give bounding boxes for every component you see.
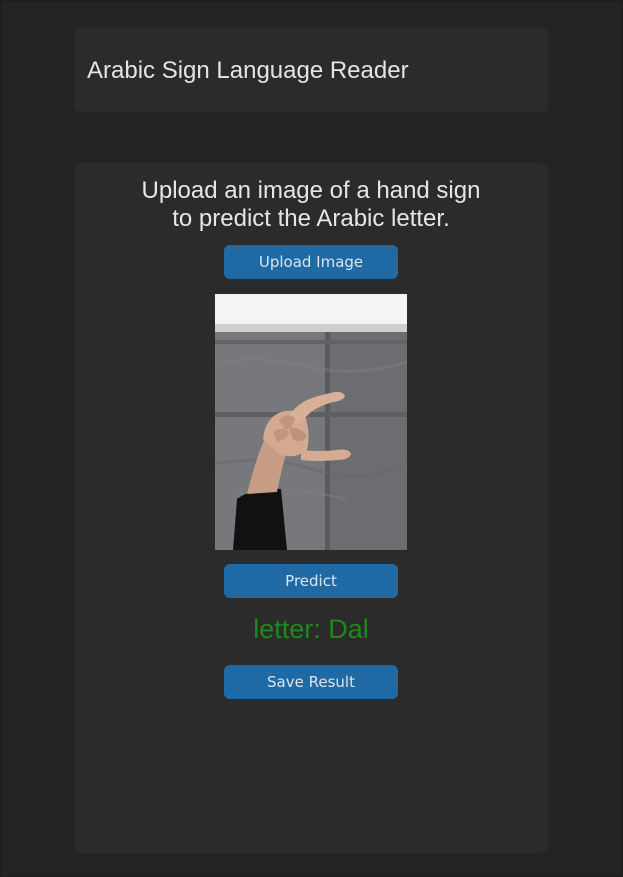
predict-button[interactable]: Predict bbox=[224, 564, 398, 598]
instruction-line-1: Upload an image of a hand sign bbox=[141, 177, 481, 204]
prediction-result: letter: Dal bbox=[253, 614, 369, 644]
upload-image-button[interactable]: Upload Image bbox=[224, 245, 398, 279]
instructions-text: Upload an image of a hand sign to predic… bbox=[74, 177, 548, 233]
save-result-button[interactable]: Save Result bbox=[224, 665, 398, 699]
header-panel: Arabic Sign Language Reader bbox=[74, 28, 548, 112]
hand-sign-preview-image bbox=[215, 294, 407, 550]
main-panel: Upload an image of a hand sign to predic… bbox=[74, 163, 548, 853]
app-title: Arabic Sign Language Reader bbox=[87, 57, 409, 84]
instruction-line-2: to predict the Arabic letter. bbox=[172, 205, 450, 232]
